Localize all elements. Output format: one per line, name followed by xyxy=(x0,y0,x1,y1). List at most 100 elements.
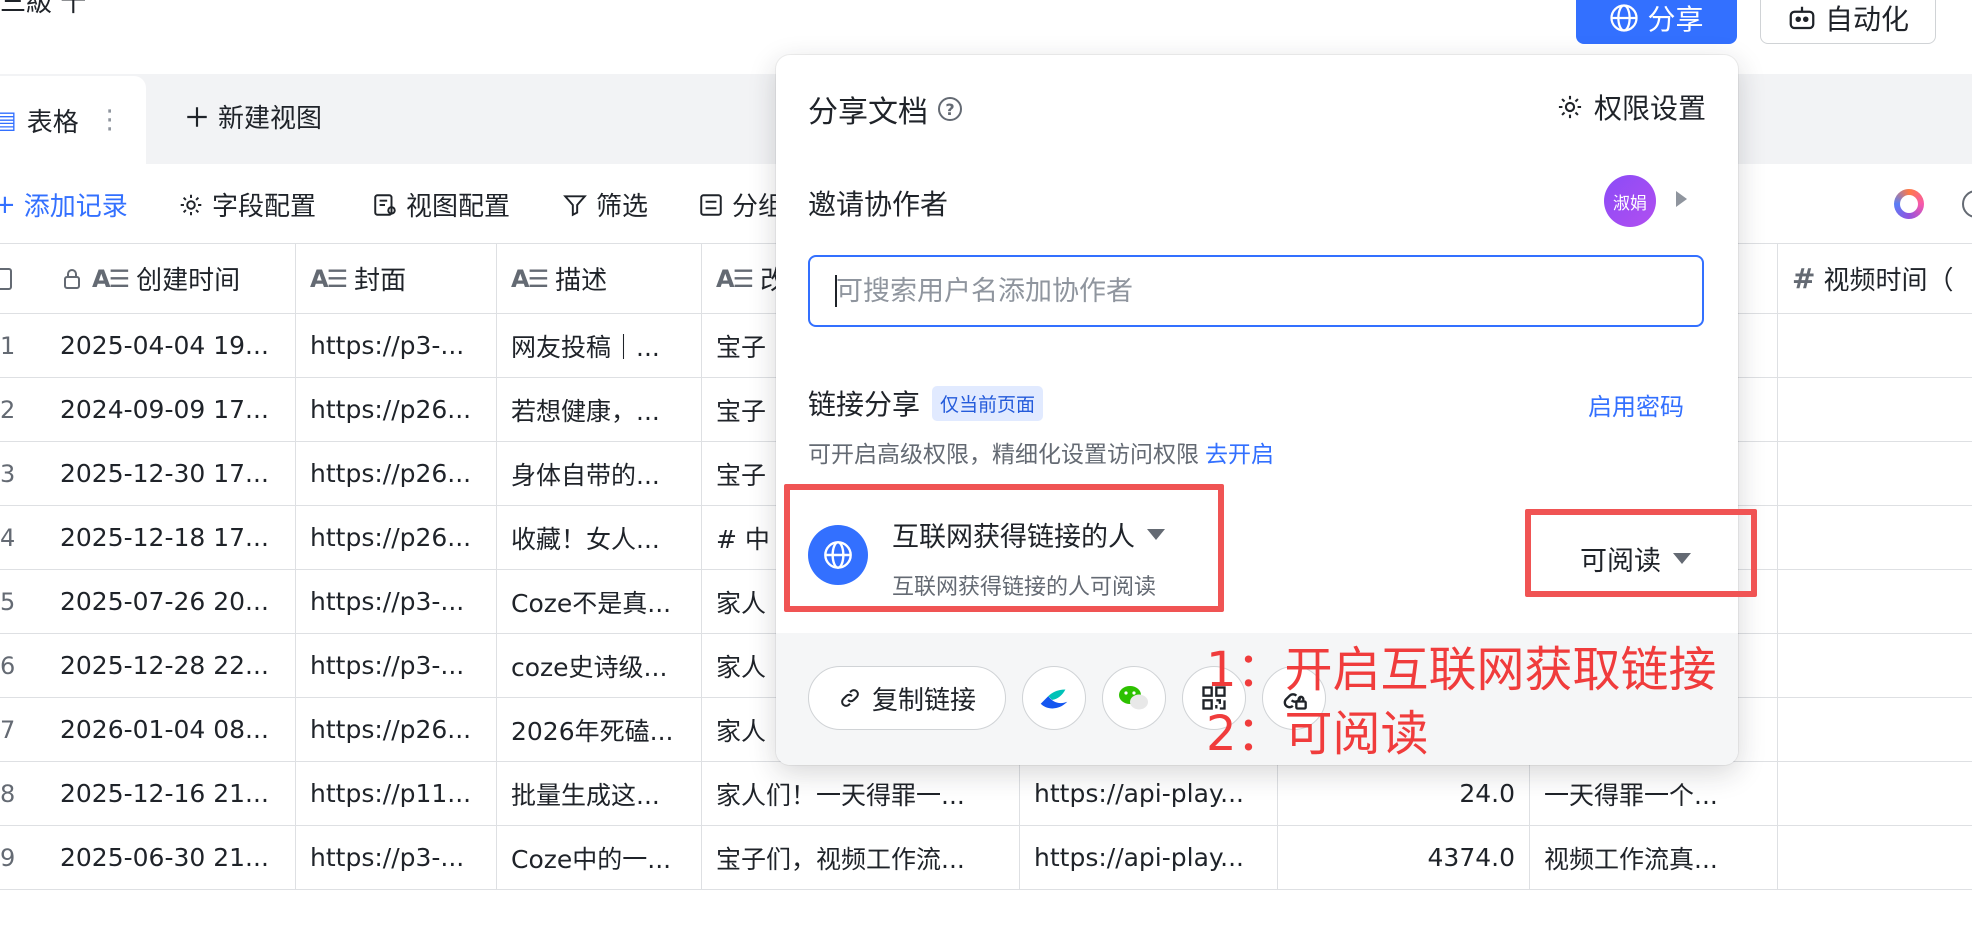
cell-cover[interactable]: https://p26... xyxy=(296,506,497,569)
view-config-icon xyxy=(374,193,396,216)
cell-column-5[interactable]: https://api-play... xyxy=(1020,762,1278,825)
cell-cover[interactable]: https://p3-... xyxy=(296,826,497,889)
cell-video-time[interactable] xyxy=(1778,506,1972,569)
cell-cover[interactable]: https://p26... xyxy=(296,698,497,761)
cell-created-time[interactable]: 2025-04-04 19... xyxy=(46,314,296,377)
cell-video-time[interactable] xyxy=(1778,826,1972,889)
cell-created-time[interactable]: 2025-12-16 21... xyxy=(46,762,296,825)
row-index[interactable]: 3 xyxy=(0,442,46,505)
header-video-time[interactable]: # 视频时间（ xyxy=(1778,244,1972,313)
automation-button-label: 自动化 xyxy=(1824,3,1909,36)
add-record-button[interactable]: + 添加记录 xyxy=(0,186,128,223)
cell-cover[interactable]: https://p3-... xyxy=(296,570,497,633)
cell-column-4[interactable]: 家人们！一天得罪一... xyxy=(702,762,1020,825)
cell-column-6[interactable]: 4374.0 xyxy=(1278,826,1530,889)
filter-label: 筛选 xyxy=(596,192,649,222)
cell-video-time[interactable] xyxy=(1778,698,1972,761)
cell-created-time[interactable]: 2025-12-28 22... xyxy=(46,634,296,697)
cell-cover[interactable]: https://p26... xyxy=(296,442,497,505)
go-enable-link[interactable]: 去开启 xyxy=(1205,442,1274,468)
cell-created-time[interactable]: 2026-01-04 08... xyxy=(46,698,296,761)
cell-description[interactable]: 网友投稿｜... xyxy=(497,314,702,377)
cell-video-time[interactable] xyxy=(1778,378,1972,441)
more-options-icon[interactable]: ⋮ xyxy=(97,105,123,135)
new-view-label: 新建视图 xyxy=(218,104,323,134)
row-index[interactable]: 1 xyxy=(0,314,46,377)
text-field-icon: A☰ xyxy=(310,264,348,293)
permission-settings-button[interactable]: 权限设置 xyxy=(1556,87,1706,127)
cell-video-time[interactable] xyxy=(1778,314,1972,377)
cell-created-time[interactable]: 2025-06-30 21... xyxy=(46,826,296,889)
table-row[interactable]: 8 2025-12-16 21... https://p11... 批量生成这... 家… xyxy=(0,762,1972,826)
filter-button[interactable]: 筛选 xyxy=(562,186,648,223)
cell-description[interactable]: Coze中的一... xyxy=(497,826,702,889)
wechat-share-button[interactable] xyxy=(1102,666,1166,730)
new-view-button[interactable]: 新建视图 xyxy=(184,98,322,135)
cell-created-time[interactable]: 2024-09-09 17... xyxy=(46,378,296,441)
cell-description[interactable]: 若想健康，... xyxy=(497,378,702,441)
collaborator-search-input[interactable] xyxy=(808,255,1704,327)
document-title-fragment: 三級 十 xyxy=(0,0,87,18)
select-all-checkbox[interactable] xyxy=(0,244,46,313)
cell-created-time[interactable]: 2025-12-18 17... xyxy=(46,506,296,569)
row-index[interactable]: 9 xyxy=(0,826,46,889)
enable-password-link[interactable]: 启用密码 xyxy=(1588,387,1684,422)
copy-link-button[interactable]: 复制链接 xyxy=(808,666,1006,730)
row-index[interactable]: 4 xyxy=(0,506,46,569)
cell-description[interactable]: Coze不是真... xyxy=(497,570,702,633)
row-index[interactable]: 5 xyxy=(0,570,46,633)
lark-share-button[interactable] xyxy=(1022,666,1086,730)
cell-video-time[interactable] xyxy=(1778,762,1972,825)
view-config-button[interactable]: 视图配置 xyxy=(372,186,510,223)
tab-table-view[interactable]: ▤ 表格 ⋮ xyxy=(0,76,146,164)
cell-column-7[interactable]: 一天得罪一个... xyxy=(1530,762,1778,825)
share-popover-title: 分享文档 ? xyxy=(808,87,962,131)
cell-column-5[interactable]: https://api-play... xyxy=(1020,826,1278,889)
plus-icon xyxy=(187,106,207,127)
checkbox-icon xyxy=(0,267,12,290)
group-button[interactable]: 分组 xyxy=(698,186,784,223)
help-icon[interactable]: ? xyxy=(938,97,962,121)
cell-description[interactable]: coze史诗级... xyxy=(497,634,702,697)
cell-cover[interactable]: https://p3-... xyxy=(296,314,497,377)
header-description[interactable]: A☰ 描述 xyxy=(497,244,702,313)
ai-assistant-icon[interactable] xyxy=(1894,189,1924,219)
copy-link-label: 复制链接 xyxy=(871,685,976,716)
cell-cover[interactable]: https://p11... xyxy=(296,762,497,825)
tab-table-label: 表格 xyxy=(26,107,79,138)
number-field-icon: # xyxy=(1792,262,1816,295)
wechat-icon xyxy=(1119,686,1148,710)
field-config-button[interactable]: 字段配置 xyxy=(178,186,316,223)
cell-description[interactable]: 批量生成这... xyxy=(497,762,702,825)
row-index[interactable]: 6 xyxy=(0,634,46,697)
cell-created-time[interactable]: 2025-07-26 20... xyxy=(46,570,296,633)
cell-created-time[interactable]: 2025-12-30 17... xyxy=(46,442,296,505)
view-config-label: 视图配置 xyxy=(406,192,511,222)
avatar[interactable]: 淑娟 xyxy=(1604,175,1656,227)
row-index[interactable]: 8 xyxy=(0,762,46,825)
cell-video-time[interactable] xyxy=(1778,442,1972,505)
cell-description[interactable]: 身体自带的... xyxy=(497,442,702,505)
row-index[interactable]: 2 xyxy=(0,378,46,441)
caret-right-icon[interactable] xyxy=(1676,191,1687,207)
cell-column-6[interactable]: 24.0 xyxy=(1278,762,1530,825)
link-icon xyxy=(841,689,859,707)
share-button[interactable]: 分享 xyxy=(1576,0,1737,44)
table-row[interactable]: 9 2025-06-30 21... https://p3-... Coze中的一..… xyxy=(0,826,1972,890)
row-index[interactable]: 7 xyxy=(0,698,46,761)
cell-cover[interactable]: https://p3-... xyxy=(296,634,497,697)
cell-video-time[interactable] xyxy=(1778,570,1972,633)
text-field-icon: A☰ xyxy=(92,264,130,293)
gear-icon xyxy=(1558,95,1582,119)
cell-description[interactable]: 2026年死磕... xyxy=(497,698,702,761)
cell-description[interactable]: 收藏！女人... xyxy=(497,506,702,569)
automation-button[interactable]: 自动化 xyxy=(1760,0,1936,44)
link-share-label: 链接分享 xyxy=(808,388,921,421)
cell-cover[interactable]: https://p26... xyxy=(296,378,497,441)
header-created-time[interactable]: A☰ 创建时间 xyxy=(46,244,296,313)
add-record-label: 添加记录 xyxy=(23,192,128,222)
cell-column-4[interactable]: 宝子们，视频工作流... xyxy=(702,826,1020,889)
cell-video-time[interactable] xyxy=(1778,634,1972,697)
cell-column-7[interactable]: 视频工作流真... xyxy=(1530,826,1778,889)
header-cover[interactable]: A☰ 封面 xyxy=(296,244,497,313)
